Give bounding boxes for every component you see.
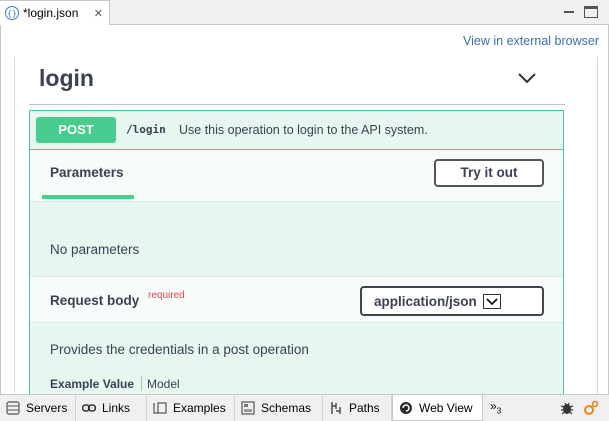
content-type-select[interactable]: application/json [360,286,544,316]
minimize-icon[interactable] [562,6,576,18]
method-badge: POST [36,117,116,143]
web-view-panel: View in external browser login POST /log… [0,25,609,394]
link-icon [82,404,96,412]
operation-block-post-login: POST /login Use this operation to login … [29,110,564,394]
operation-group-title: login [39,65,94,91]
content-type-value: application/json [374,294,477,309]
bottom-view-tab-bar: Servers Links Examples Schemas Paths Web… [0,394,609,421]
view-tab-servers[interactable]: Servers [0,395,76,421]
required-badge: required [148,290,185,301]
view-tab-label: Servers [26,401,68,415]
gear-icon[interactable] [583,400,599,416]
view-tab-label: Schemas [261,401,312,415]
schemas-icon [241,401,255,415]
view-tab-web-view[interactable]: Web View [392,395,483,421]
tab-active-indicator [42,195,134,199]
close-icon[interactable]: ✕ [94,7,103,20]
parameters-header: Parameters Try it out [30,150,563,202]
servers-icon [6,401,20,415]
editor-tab-title: *login.json [23,6,79,20]
paths-icon [331,402,341,414]
json-file-icon: {} [5,6,19,20]
view-tab-examples[interactable]: Examples [147,395,235,421]
request-body-description: Provides the credentials in a post opera… [50,342,309,357]
tab-separator [141,376,142,391]
overflow-count: 3 [496,406,502,416]
examples-icon [153,402,167,414]
view-tab-links[interactable]: Links [76,395,147,421]
tab-parameters[interactable]: Parameters [50,165,124,180]
tab-model[interactable]: Model [147,377,180,391]
overflow-icon: » [490,399,497,413]
view-tab-paths[interactable]: Paths [323,395,392,421]
request-body-label: Request body [50,293,140,308]
bug-icon[interactable] [559,400,575,416]
divider [29,104,565,105]
view-tab-schemas[interactable]: Schemas [235,395,323,421]
operation-description: Use this operation to login to the API s… [179,123,428,137]
view-tab-label: Paths [349,401,380,415]
chevron-down-icon[interactable] [483,294,501,309]
editor-tab-bar: {} *login.json ✕ [0,0,609,25]
web-view-icon [400,401,412,414]
operation-summary[interactable]: POST /login Use this operation to login … [30,111,563,150]
view-tab-label: Web View [419,400,473,415]
view-external-browser-link[interactable]: View in external browser [463,34,599,48]
request-body-header: Request body required application/json [30,276,563,323]
view-tab-label: Examples [173,401,226,415]
view-tab-label: Links [102,401,131,415]
no-parameters-text: No parameters [50,242,140,257]
tab-overflow-button[interactable]: »3 [490,399,501,415]
operation-path: /login [126,123,166,136]
chevron-down-icon[interactable] [517,71,537,85]
tab-example-value[interactable]: Example Value [50,377,134,391]
maximize-icon[interactable] [584,6,598,18]
try-it-out-button[interactable]: Try it out [434,159,544,187]
editor-tab-login-json[interactable]: {} *login.json ✕ [0,0,110,25]
